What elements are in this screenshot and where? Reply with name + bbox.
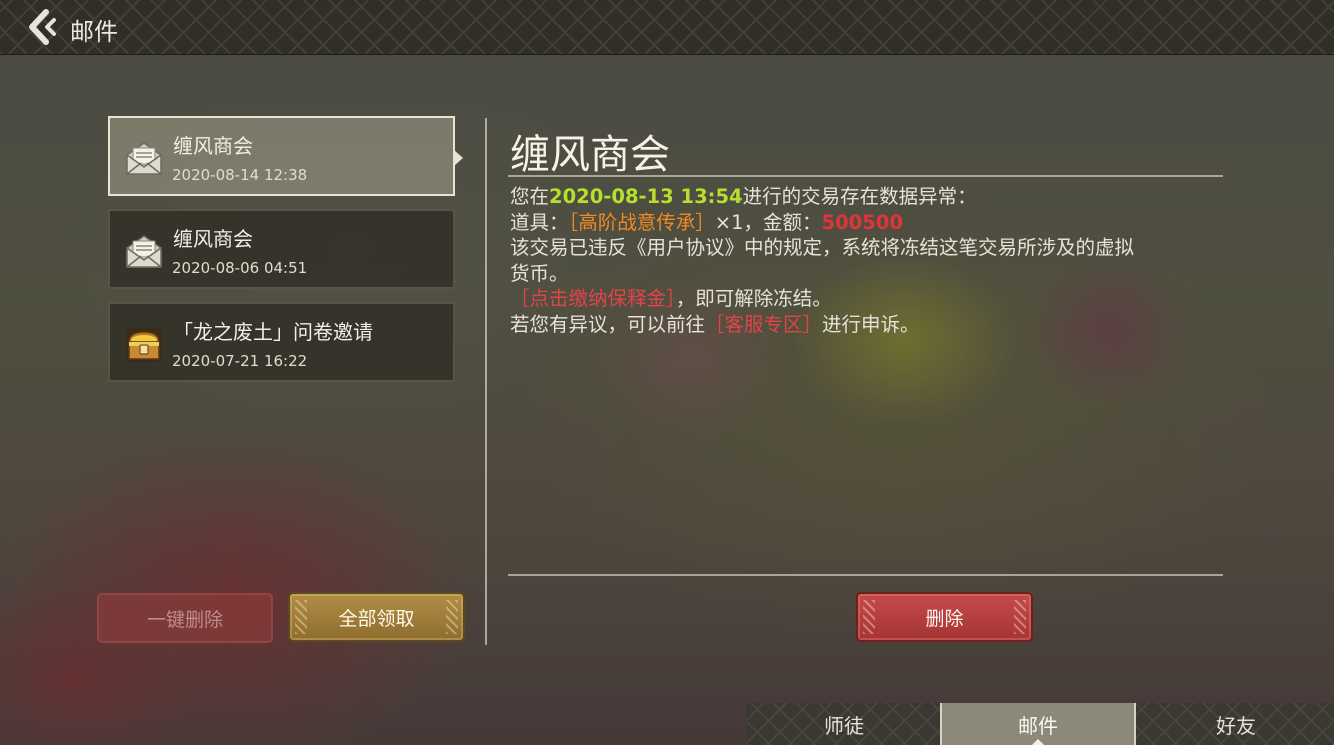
mail-sender: 「龙之废土」问卷邀请	[173, 320, 373, 344]
delete-all-label: 一键删除	[146, 608, 223, 631]
mail-item[interactable]: 缠风商会 2020-08-06 04:51	[108, 209, 455, 289]
mail-date: 2020-08-14 12:38	[172, 166, 308, 184]
back-button[interactable]	[24, 8, 60, 46]
mail-sender: 缠风商会	[173, 134, 253, 158]
page-title: 邮件	[70, 18, 118, 46]
trade-amount: 500500	[821, 210, 903, 234]
delete-label: 删除	[925, 607, 964, 630]
customer-service-link[interactable]: ［客服专区］	[705, 313, 822, 336]
bottom-tab-bar: 师徒 邮件 好友	[746, 703, 1334, 745]
pay-bail-link[interactable]: ［点击缴纳保释金］	[510, 287, 676, 310]
body-text: 进行申诉。	[822, 312, 920, 336]
body-divider	[508, 574, 1223, 576]
tab-mail[interactable]: 邮件	[940, 703, 1136, 745]
button-ornament	[863, 600, 875, 634]
tab-label: 好友	[1216, 713, 1256, 738]
button-ornament	[446, 600, 458, 634]
treasure-chest-icon	[126, 328, 162, 362]
envelope-open-icon	[126, 142, 162, 175]
title-divider	[508, 175, 1223, 177]
active-tab-indicator	[1032, 739, 1044, 745]
body-line-6: 若您有异议，可以前往［客服专区］进行申诉。	[510, 312, 1222, 338]
mail-date: 2020-07-21 16:22	[172, 352, 308, 370]
delete-button[interactable]: 删除	[856, 592, 1033, 642]
body-line-2: 道具：［高阶战意传承］×1，金额：500500	[510, 210, 1222, 236]
body-text: 若您有异议，可以前往	[510, 312, 706, 336]
button-ornament	[1014, 600, 1026, 634]
claim-all-label: 全部领取	[338, 607, 415, 630]
tab-label: 邮件	[1018, 713, 1058, 738]
button-ornament	[295, 600, 307, 634]
body-text: 道具：	[510, 210, 569, 234]
envelope-open-icon	[126, 235, 162, 268]
panel-divider	[485, 118, 487, 645]
body-line-1: 您在2020-08-13 13:54进行的交易存在数据异常：	[510, 184, 1222, 210]
body-line-5: ［点击缴纳保释金］，即可解除冻结。	[510, 286, 1222, 312]
mail-body: 您在2020-08-13 13:54进行的交易存在数据异常： 道具：［高阶战意传…	[510, 184, 1222, 337]
mail-item[interactable]: 「龙之废土」问卷邀请 2020-07-21 16:22	[108, 302, 455, 382]
mail-date: 2020-08-06 04:51	[172, 259, 308, 277]
body-text: 您在	[510, 185, 550, 208]
delete-all-button[interactable]: 一键删除	[97, 593, 273, 643]
body-text: 进行的交易存在数据异常：	[742, 185, 977, 208]
body-line-4: 货币。	[510, 261, 569, 285]
item-name: ［高阶战意传承］	[568, 210, 715, 234]
tab-mentor[interactable]: 师徒	[746, 703, 942, 745]
top-bar-pattern	[0, 0, 1334, 54]
tab-label: 师徒	[824, 713, 864, 738]
top-bar: 邮件	[0, 0, 1334, 55]
claim-all-button[interactable]: 全部领取	[288, 592, 465, 642]
back-arrow-icon	[29, 9, 56, 45]
body-text: ，即可解除冻结。	[675, 287, 832, 310]
mail-sender: 缠风商会	[173, 227, 253, 251]
mail-item[interactable]: 缠风商会 2020-08-14 12:38	[108, 116, 463, 196]
body-text: ×1，金额：	[714, 210, 822, 234]
trade-datetime: 2020-08-13 13:54	[549, 185, 743, 208]
selected-indicator	[454, 150, 463, 166]
body-line-3: 该交易已违反《用户协议》中的规定，系统将冻结这笔交易所涉及的虚拟	[510, 236, 1135, 259]
mail-detail-title: 缠风商会	[510, 132, 670, 178]
tab-friends[interactable]: 好友	[1138, 703, 1334, 745]
